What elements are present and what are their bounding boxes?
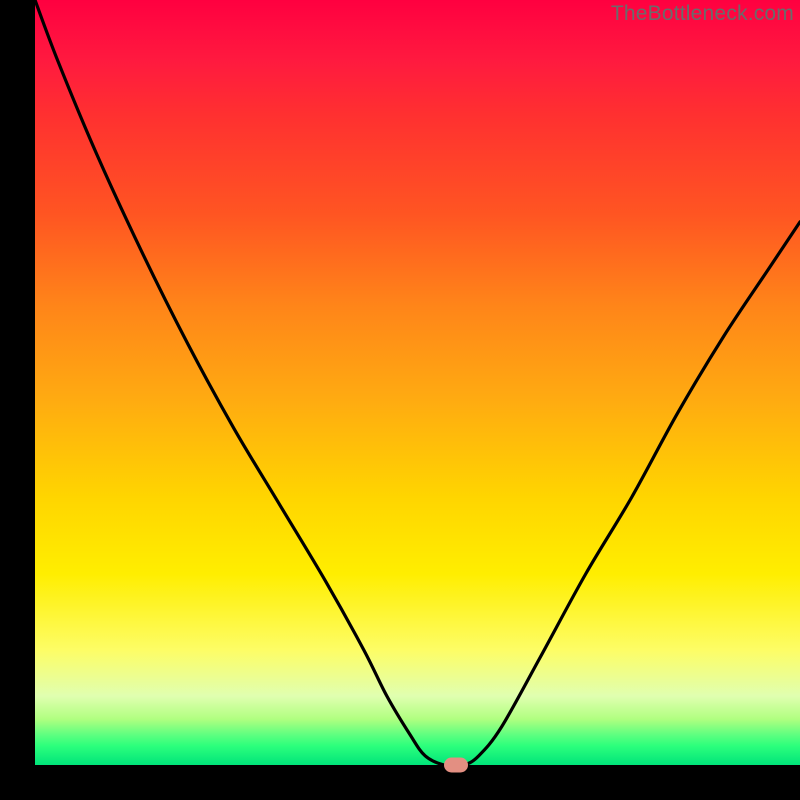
watermark-label: TheBottleneck.com <box>611 2 794 26</box>
optimal-marker <box>444 758 468 773</box>
curve-line <box>35 0 800 765</box>
plot-area <box>35 0 800 765</box>
chart-frame: TheBottleneck.com <box>0 0 800 800</box>
bottleneck-curve <box>35 0 800 765</box>
